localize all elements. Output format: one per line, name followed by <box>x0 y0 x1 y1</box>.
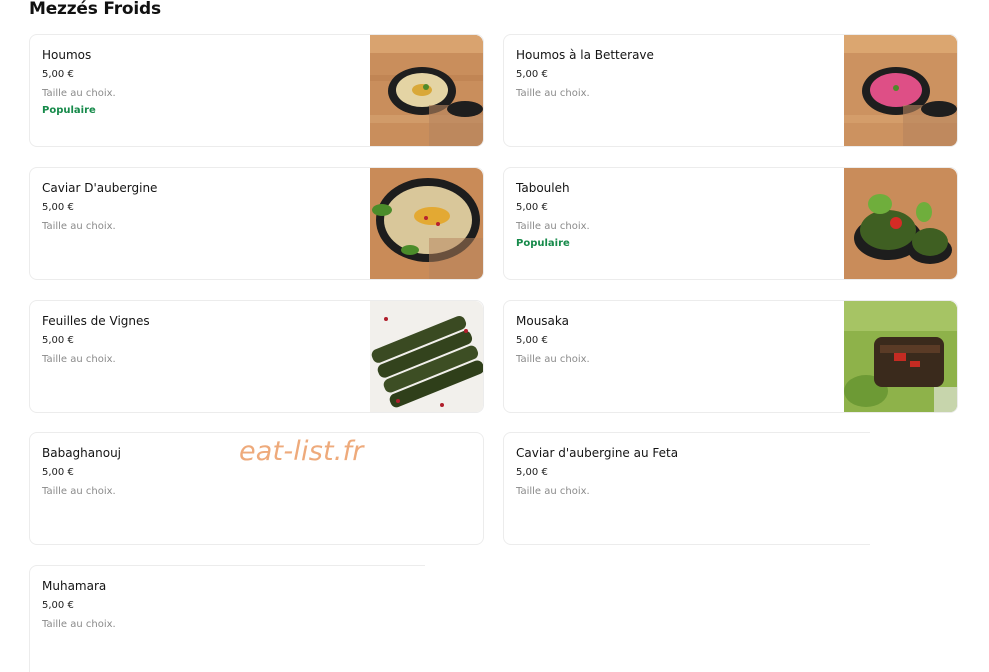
popular-badge: Populaire <box>42 105 96 116</box>
mousaka-image <box>844 301 957 412</box>
item-price: 5,00 € <box>516 69 548 80</box>
houmos-dish-image <box>370 35 483 146</box>
faded-overlay <box>870 432 989 552</box>
menu-item-card[interactable]: Tabouleh 5,00 € Taille au choix. Populai… <box>503 167 958 280</box>
menu-item-card[interactable]: Caviar D'aubergine 5,00 € Taille au choi… <box>29 167 484 280</box>
item-price: 5,00 € <box>42 600 74 611</box>
menu-item-card[interactable]: Mousaka 5,00 € Taille au choix. <box>503 300 958 413</box>
item-price: 5,00 € <box>42 467 74 478</box>
item-size-note: Taille au choix. <box>42 88 116 99</box>
item-name: Tabouleh <box>516 181 570 195</box>
item-price: 5,00 € <box>516 467 548 478</box>
item-price: 5,00 € <box>516 335 548 346</box>
item-name: Feuilles de Vignes <box>42 314 150 328</box>
item-size-note: Taille au choix. <box>42 619 116 630</box>
item-size-note: Taille au choix. <box>516 486 590 497</box>
eggplant-caviar-image <box>370 168 483 279</box>
watermark-text: eat-list.fr <box>239 436 364 467</box>
menu-item-card[interactable]: Muhamara 5,00 € Taille au choix. <box>29 565 484 672</box>
item-name: Houmos <box>42 48 92 62</box>
item-name: Caviar d'aubergine au Feta <box>516 446 679 460</box>
item-size-note: Taille au choix. <box>516 221 590 232</box>
item-name: Muhamara <box>42 579 107 593</box>
menu-item-card[interactable]: Houmos 5,00 € Taille au choix. Populaire <box>29 34 484 147</box>
item-name: Mousaka <box>516 314 569 328</box>
vine-leaves-image <box>370 301 483 412</box>
beetroot-houmos-image <box>844 35 957 146</box>
section-title: Mezzés Froids <box>29 0 161 19</box>
item-price: 5,00 € <box>42 335 74 346</box>
menu-item-card[interactable]: Houmos à la Betterave 5,00 € Taille au c… <box>503 34 958 147</box>
item-name: Babaghanouj <box>42 446 122 460</box>
item-name: Houmos à la Betterave <box>516 48 654 62</box>
item-price: 5,00 € <box>42 69 74 80</box>
item-price: 5,00 € <box>516 202 548 213</box>
item-size-note: Taille au choix. <box>42 354 116 365</box>
item-size-note: Taille au choix. <box>42 221 116 232</box>
item-size-note: Taille au choix. <box>516 354 590 365</box>
menu-item-card[interactable]: Feuilles de Vignes 5,00 € Taille au choi… <box>29 300 484 413</box>
item-size-note: Taille au choix. <box>516 88 590 99</box>
faded-overlay <box>425 548 989 672</box>
popular-badge: Populaire <box>516 238 570 249</box>
tabouleh-image <box>844 168 957 279</box>
item-name: Caviar D'aubergine <box>42 181 158 195</box>
item-size-note: Taille au choix. <box>42 486 116 497</box>
item-price: 5,00 € <box>42 202 74 213</box>
